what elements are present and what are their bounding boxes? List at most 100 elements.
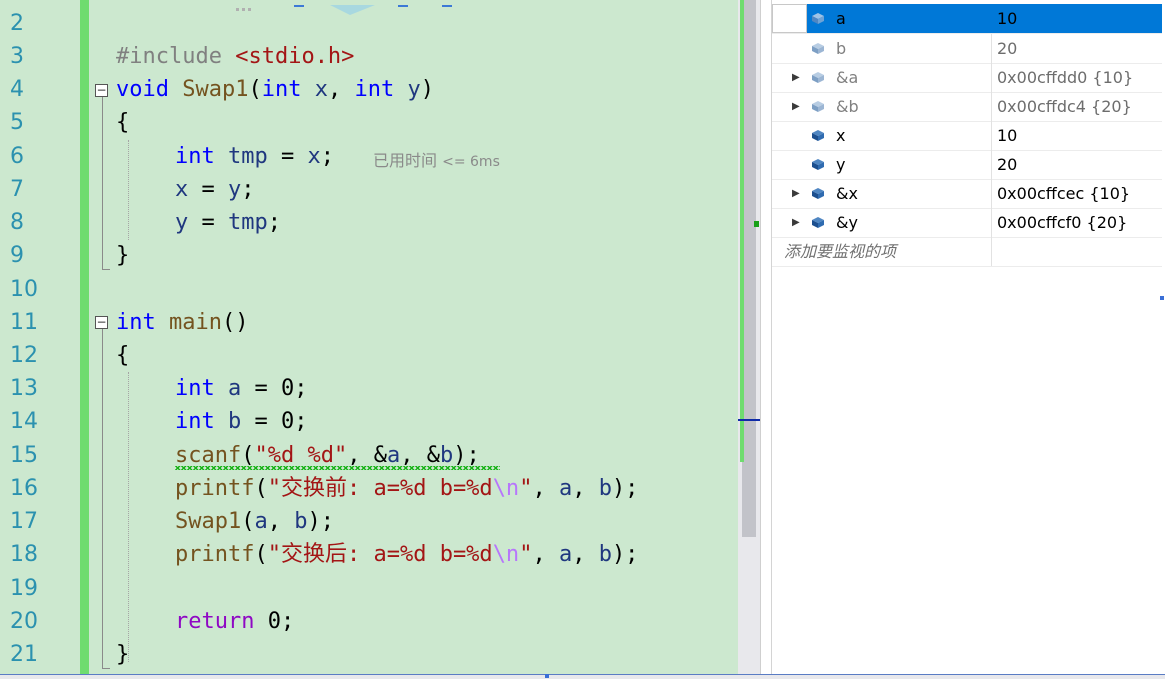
watch-name-cell[interactable]: a (772, 4, 992, 33)
punctuation: ); (453, 443, 480, 468)
line-number: 12 (10, 343, 38, 368)
code-line-14[interactable]: int b = 0; (175, 405, 307, 438)
splitter-handle[interactable] (1160, 296, 1164, 300)
outline-end (102, 269, 110, 270)
function-name: main (169, 310, 222, 335)
perf-tip[interactable]: 已用时间 <= 6ms (373, 147, 500, 171)
watch-name-cell[interactable]: y (772, 150, 992, 179)
watch-name-cell[interactable]: ▶ &b (772, 92, 992, 121)
watch-name-cell[interactable]: b (772, 34, 992, 63)
code-line-18[interactable]: printf("交换后: a=%d b=%d\n", a, b); (175, 538, 638, 571)
parameter: x (314, 77, 328, 102)
variable: x (175, 177, 189, 202)
watch-value[interactable]: 0x00cffcf0 {20} (992, 208, 1162, 237)
code-line-3[interactable]: #include <stdio.h> (116, 40, 354, 73)
punctuation: ; (294, 376, 308, 401)
watch-value[interactable]: 0x00cffcec {10} (992, 179, 1162, 208)
line-number: 14 (10, 409, 38, 434)
code-line-8[interactable]: y = tmp; (175, 206, 281, 239)
escape-sequence: \n (492, 542, 520, 567)
editor-vertical-scrollbar[interactable] (738, 0, 761, 674)
watch-value[interactable]: 0x00cffdc4 {20} (992, 92, 1162, 121)
watch-name: b (836, 39, 847, 58)
code-line-16[interactable]: printf("交换前: a=%d b=%d\n", a, b); (175, 472, 638, 505)
watch-row-address-b[interactable]: ▶ &b 0x00cffdc4 {20} (772, 92, 1162, 122)
keyword: void (116, 77, 169, 102)
scrollbar-change-marker (740, 0, 744, 462)
selection-highlight (807, 4, 992, 33)
variable-cube-icon (812, 130, 824, 141)
variable: b (598, 542, 612, 567)
keyword: int (116, 310, 156, 335)
watch-row-y[interactable]: y 20 (772, 150, 1162, 180)
code-editor[interactable]: 2 3 4 5 6 7 8 9 10 11 12 13 14 15 16 17 … (0, 0, 738, 674)
watch-name-cell[interactable]: ▶ &x (772, 179, 992, 208)
variable: y (175, 210, 189, 235)
watch-value[interactable]: 10 (992, 4, 1162, 33)
code-line-20[interactable]: return 0; (175, 605, 294, 638)
watch-value[interactable]: 0x00cffdd0 {10} (992, 63, 1162, 92)
watch-value[interactable]: 10 (992, 121, 1162, 150)
watch-name-cell[interactable]: x (772, 121, 992, 150)
variable: a (558, 542, 573, 567)
outline-end (102, 668, 110, 669)
variable: b (598, 476, 612, 501)
keyword: int (175, 144, 215, 169)
punctuation: , (572, 476, 599, 501)
keyword: int (175, 376, 215, 401)
keyword: int (354, 77, 395, 102)
add-watch-placeholder[interactable]: 添加要监视的项 (784, 237, 896, 266)
watch-name-cell[interactable]: ▶ &a (772, 63, 992, 92)
watch-value[interactable]: 20 (992, 150, 1162, 179)
code-line-5[interactable]: { (116, 106, 129, 139)
punctuation: , (327, 77, 355, 102)
watch-add-item-row[interactable]: 添加要监视的项 (772, 237, 1162, 267)
code-line-13[interactable]: int a = 0; (175, 372, 307, 405)
watch-name-cell[interactable]: 添加要监视的项 (772, 237, 992, 266)
watch-value[interactable]: 20 (992, 34, 1162, 63)
collapse-icon[interactable]: − (95, 316, 108, 329)
change-tracking-bar (80, 0, 89, 674)
bottom-splitter[interactable] (0, 674, 1165, 679)
expand-arrow-icon[interactable]: ▶ (792, 179, 800, 208)
variable: b (439, 443, 454, 468)
warning-squiggle[interactable] (175, 466, 500, 470)
watch-row-address-y[interactable]: ▶ &y 0x00cffcf0 {20} (772, 208, 1162, 238)
parameter: y (407, 77, 421, 102)
punctuation: ; (241, 177, 255, 202)
line-number-gutter: 2 3 4 5 6 7 8 9 10 11 12 13 14 15 16 17 … (0, 0, 80, 674)
line-number: 21 (10, 642, 38, 667)
watch-row-address-a[interactable]: ▶ &a 0x00cffdd0 {10} (772, 63, 1162, 93)
code-line-21[interactable]: } (116, 638, 129, 671)
code-line-12[interactable]: { (116, 339, 129, 372)
variable-cube-icon (812, 13, 824, 24)
watch-row-a[interactable]: a 10 (772, 4, 1162, 34)
operator: = 0 (241, 409, 295, 434)
paren: ( (254, 542, 268, 567)
splitter-handle[interactable] (545, 674, 549, 678)
punctuation: , & (400, 443, 440, 468)
code-line-4[interactable]: void Swap1(int x, int y) (116, 73, 434, 106)
code-line-7[interactable]: x = y; (175, 173, 255, 206)
code-line-11[interactable]: int main() (116, 306, 248, 339)
code-line-9[interactable]: } (116, 239, 129, 272)
perf-tip-value: <= 6ms (442, 154, 500, 170)
watch-row-address-x[interactable]: ▶ &x 0x00cffcec {10} (772, 179, 1162, 209)
code-line-17[interactable]: Swap1(a, b); (175, 505, 334, 538)
variable: b (228, 409, 242, 434)
keyword: int (261, 77, 302, 102)
watch-window[interactable]: a 10 b 20 ▶ &a 0x00cffdd0 {10} ▶ &b 0x00… (771, 0, 1162, 674)
keyword: int (175, 409, 215, 434)
watch-row-x[interactable]: x 10 (772, 121, 1162, 151)
punctuation: ); (611, 476, 639, 501)
expand-arrow-icon[interactable]: ▶ (792, 63, 800, 92)
expand-arrow-icon[interactable]: ▶ (792, 208, 800, 237)
scrollbar-thumb[interactable] (742, 0, 756, 537)
watch-value (992, 237, 1162, 266)
watch-name-cell[interactable]: ▶ &y (772, 208, 992, 237)
expand-arrow-icon[interactable]: ▶ (792, 92, 800, 121)
watch-row-b[interactable]: b 20 (772, 34, 1162, 64)
code-line-6[interactable]: int tmp = x; (175, 140, 334, 173)
collapse-icon[interactable]: − (95, 84, 108, 97)
line-number: 17 (10, 509, 38, 534)
